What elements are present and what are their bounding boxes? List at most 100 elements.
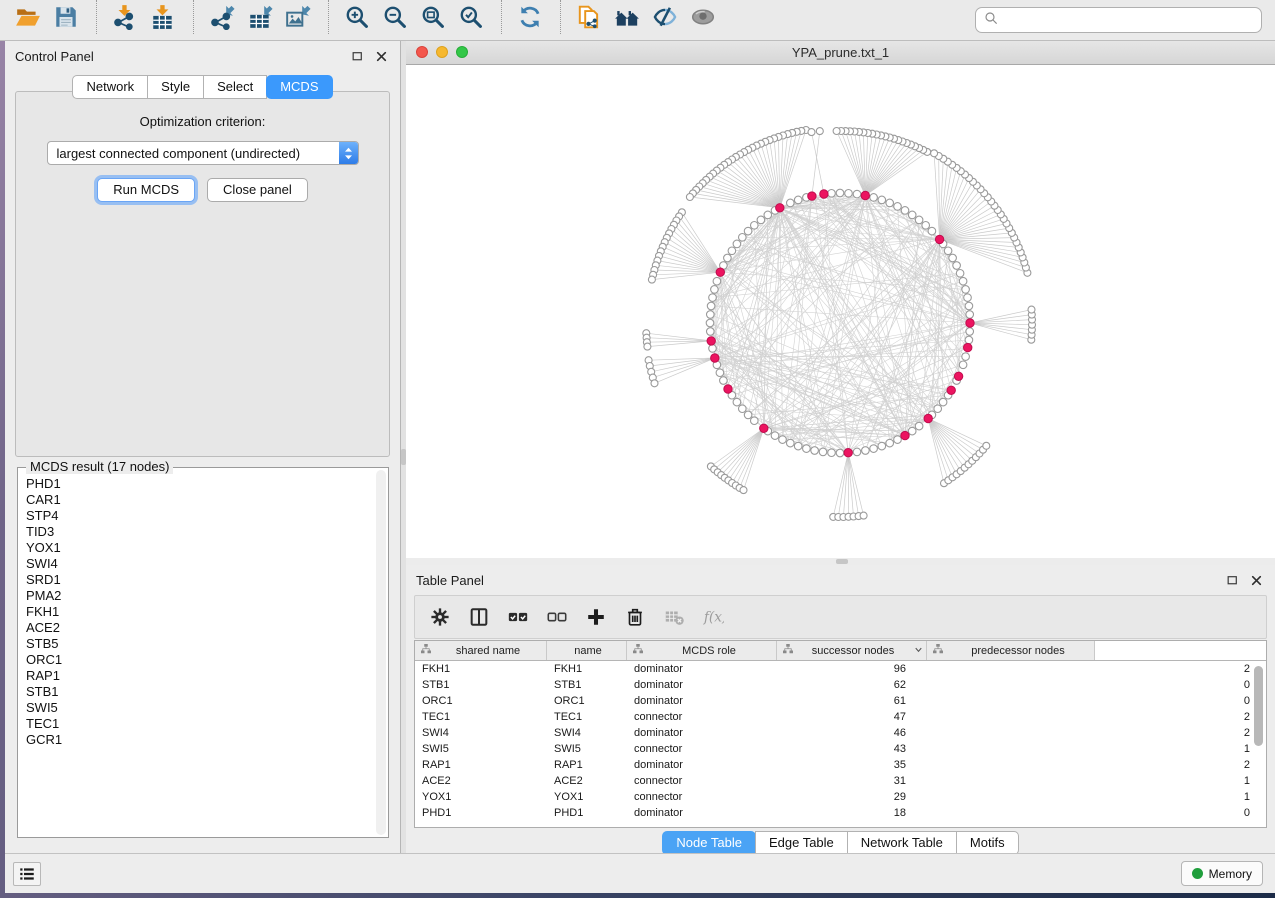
table-cell: 1	[927, 791, 1266, 803]
table-scrollbar[interactable]	[1253, 662, 1264, 825]
select-all-checkbox-button[interactable]	[505, 604, 531, 630]
task-history-button[interactable]	[13, 862, 41, 886]
column-header-successor-nodes[interactable]: successor nodes	[777, 641, 927, 660]
table-row[interactable]: ACE2ACE2connector311	[415, 773, 1266, 789]
mcds-result-item[interactable]: STP4	[19, 508, 374, 524]
refresh-view-button[interactable]	[516, 2, 546, 32]
network-graph[interactable]	[406, 65, 1275, 558]
delete-column-button[interactable]	[622, 604, 648, 630]
export-image-button[interactable]	[284, 2, 314, 32]
mcds-result-item[interactable]: SWI5	[19, 700, 374, 716]
open-file-button[interactable]	[14, 2, 44, 32]
export-table-button[interactable]	[246, 2, 276, 32]
mcds-result-item[interactable]: FKH1	[19, 604, 374, 620]
table-row[interactable]: SWI4SWI4dominator462	[415, 725, 1266, 741]
tab-network-table[interactable]: Network Table	[847, 831, 957, 855]
table-cell: dominator	[627, 679, 777, 691]
table-cell: connector	[627, 743, 777, 755]
clone-network-button[interactable]	[575, 2, 605, 32]
zoom-out-button[interactable]	[381, 2, 411, 32]
table-cell: 0	[927, 807, 1266, 819]
save-session-button[interactable]	[52, 2, 82, 32]
network-window-titlebar[interactable]: YPA_prune.txt_1	[406, 41, 1275, 65]
header-filler	[1095, 641, 1266, 660]
table-panel-tabs: Node Table Edge Table Network Table Moti…	[406, 831, 1275, 855]
network-canvas[interactable]	[406, 65, 1275, 558]
table-cell: PHD1	[415, 807, 547, 819]
column-header-predecessor-nodes[interactable]: predecessor nodes	[927, 641, 1095, 660]
table-cell: TEC1	[547, 711, 627, 723]
table-row[interactable]: PHD1PHD1dominator180	[415, 805, 1266, 821]
desktop: Control Panel Network Style Select MCDS …	[0, 0, 1275, 898]
column-header-shared-name[interactable]: shared name	[415, 641, 547, 660]
minimize-window-icon[interactable]	[436, 46, 448, 58]
import-table-button[interactable]	[149, 2, 179, 32]
network-view-window: YPA_prune.txt_1	[406, 41, 1275, 558]
mcds-result-item[interactable]: SRD1	[19, 572, 374, 588]
mcds-result-item[interactable]: STB5	[19, 636, 374, 652]
table-row[interactable]: SWI5SWI5connector431	[415, 741, 1266, 757]
show-all-button[interactable]	[689, 2, 719, 32]
export-network-button[interactable]	[208, 2, 238, 32]
close-window-icon[interactable]	[416, 46, 428, 58]
tab-network[interactable]: Network	[72, 75, 148, 99]
mcds-result-item[interactable]: PHD1	[19, 476, 374, 492]
settings-button[interactable]	[427, 604, 453, 630]
mcds-result-item[interactable]: STB1	[19, 684, 374, 700]
tab-edge-table[interactable]: Edge Table	[755, 831, 848, 855]
tab-select[interactable]: Select	[203, 75, 267, 99]
table-row[interactable]: STB1STB1dominator620	[415, 677, 1266, 693]
mcds-result-item[interactable]: RAP1	[19, 668, 374, 684]
search-input[interactable]	[999, 10, 1261, 30]
tab-style[interactable]: Style	[147, 75, 204, 99]
table-cell: SWI4	[547, 727, 627, 739]
close-table-panel-icon[interactable]	[1250, 573, 1265, 588]
close-panel-icon[interactable]	[375, 49, 390, 64]
mcds-result-item[interactable]: PMA2	[19, 588, 374, 604]
zoom-fit-button[interactable]	[419, 2, 449, 32]
table-row[interactable]: FKH1FKH1dominator962	[415, 661, 1266, 677]
result-scrollbar[interactable]	[376, 470, 386, 835]
delete-table-button	[661, 604, 687, 630]
table-row[interactable]: TEC1TEC1connector472	[415, 709, 1266, 725]
memory-label: Memory	[1209, 867, 1252, 881]
mcds-result-item[interactable]: CAR1	[19, 492, 374, 508]
table-row[interactable]: ORC1ORC1dominator610	[415, 693, 1266, 709]
zoom-in-button[interactable]	[343, 2, 373, 32]
mcds-result-item[interactable]: SWI4	[19, 556, 374, 572]
run-mcds-button[interactable]: Run MCDS	[97, 178, 195, 202]
float-table-panel-icon[interactable]	[1226, 573, 1241, 588]
mcds-result-item[interactable]: GCR1	[19, 732, 374, 748]
horizontal-splitter[interactable]	[406, 558, 1275, 565]
import-network-button[interactable]	[111, 2, 141, 32]
mcds-result-item[interactable]: TID3	[19, 524, 374, 540]
column-header-mcds-role[interactable]: MCDS role	[627, 641, 777, 660]
table-cell: FKH1	[415, 663, 547, 675]
zoom-selected-button[interactable]	[457, 2, 487, 32]
mcds-result-item[interactable]: ACE2	[19, 620, 374, 636]
float-panel-icon[interactable]	[351, 49, 366, 64]
tab-motifs[interactable]: Motifs	[956, 831, 1019, 855]
table-cell: 2	[927, 663, 1266, 675]
add-column-button[interactable]	[583, 604, 609, 630]
hide-selected-button[interactable]	[651, 2, 681, 32]
mcds-result-item[interactable]: ORC1	[19, 652, 374, 668]
control-panel-tabs: Network Style Select MCDS	[5, 75, 400, 99]
deselect-all-checkbox-button[interactable]	[544, 604, 570, 630]
table-row[interactable]: RAP1RAP1dominator352	[415, 757, 1266, 773]
maximize-window-icon[interactable]	[456, 46, 468, 58]
tab-node-table[interactable]: Node Table	[662, 831, 756, 855]
memory-button[interactable]: Memory	[1181, 861, 1263, 886]
search-box[interactable]	[975, 7, 1262, 33]
mcds-result-item[interactable]: YOX1	[19, 540, 374, 556]
mcds-result-list[interactable]: PHD1CAR1STP4TID3YOX1SWI4SRD1PMA2FKH1ACE2…	[19, 476, 374, 836]
close-panel-button[interactable]: Close panel	[207, 178, 308, 202]
show-columns-button[interactable]	[466, 604, 492, 630]
mcds-result-item[interactable]: TEC1	[19, 716, 374, 732]
table-row[interactable]: YOX1YOX1connector291	[415, 789, 1266, 805]
criterion-select[interactable]: largest connected component (undirected)	[47, 141, 359, 165]
first-neighbors-button[interactable]	[613, 2, 643, 32]
column-header-name[interactable]: name	[547, 641, 627, 660]
window-traffic-lights	[416, 46, 476, 58]
tab-mcds[interactable]: MCDS	[266, 75, 332, 99]
